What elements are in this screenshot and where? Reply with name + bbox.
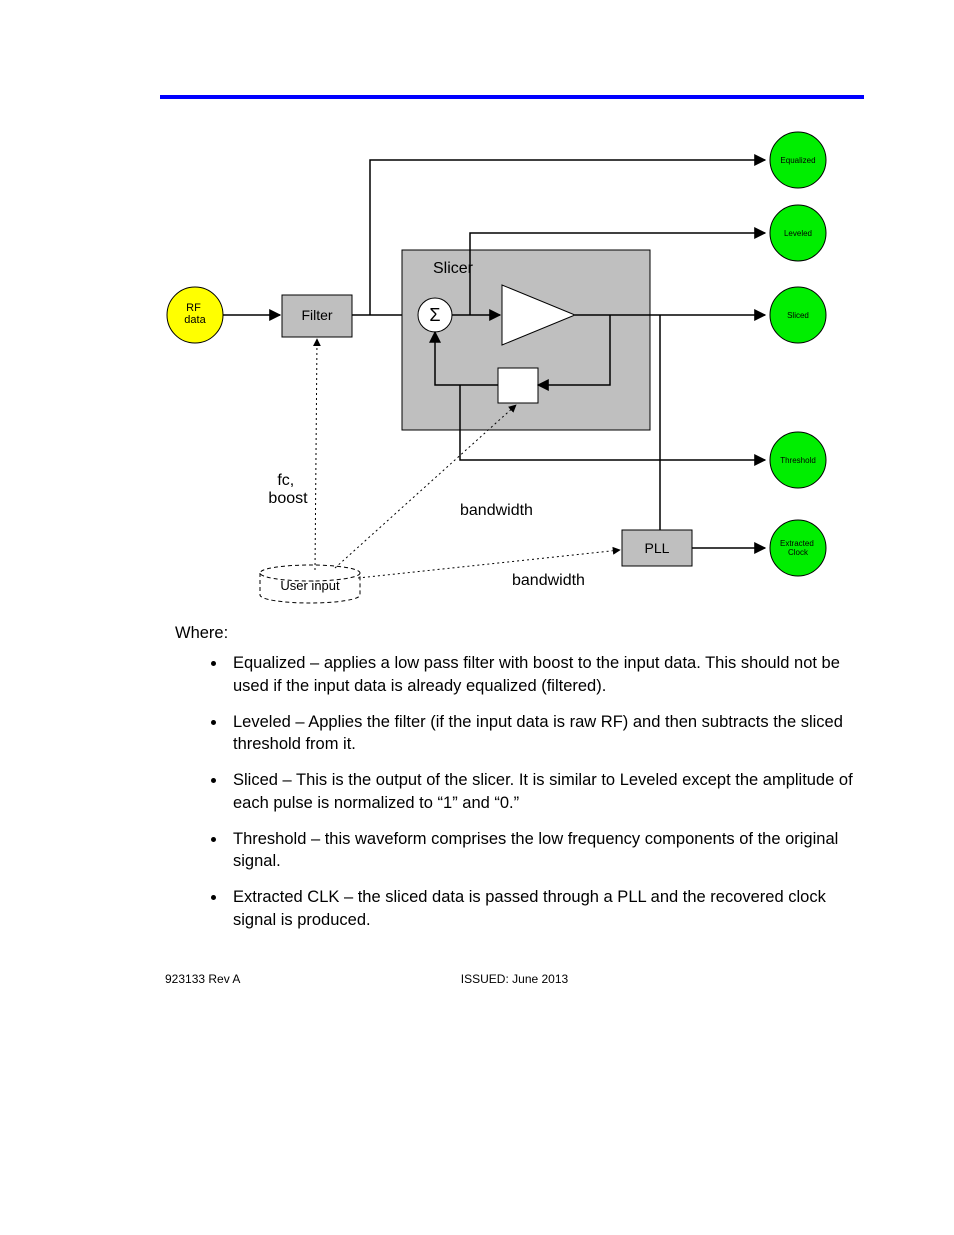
footer-center: ISSUED: June 2013 (461, 972, 568, 986)
bullet-leveled: Leveled – Applies the filter (if the inp… (227, 711, 864, 756)
output-extracted-clock: Extracted Clock (770, 520, 826, 576)
footer: 923133 Rev A ISSUED: June 2013 (165, 972, 864, 986)
bullet-threshold: Threshold – this waveform comprises the … (227, 828, 864, 873)
filter-label: Filter (301, 307, 332, 323)
footer-left: 923133 Rev A (165, 972, 240, 986)
bandwidth1-label: bandwidth (460, 502, 533, 519)
block-diagram: RF data Filter Slicer Σ (160, 130, 855, 615)
pll-label: PLL (645, 540, 670, 556)
dotted-userinput-to-filter (315, 339, 317, 570)
svg-text:Threshold: Threshold (780, 456, 816, 465)
output-threshold: Threshold (770, 432, 826, 488)
feedback-block (498, 368, 538, 403)
user-input-block: User input (260, 565, 360, 603)
bullet-list: Equalized – applies a low pass filter wi… (175, 652, 864, 931)
bullet-extracted-clk: Extracted CLK – the sliced data is passe… (227, 886, 864, 931)
bandwidth2-label: bandwidth (512, 572, 585, 589)
output-sliced: Sliced (770, 287, 826, 343)
output-equalized: Equalized (770, 132, 826, 188)
svg-text:Leveled: Leveled (784, 229, 812, 238)
fcboost-label: fc, boost (268, 472, 308, 507)
user-input-label: User input (280, 578, 340, 593)
svg-text:Sliced: Sliced (787, 311, 809, 320)
explanation-text: Where: Equalized – applies a low pass fi… (175, 622, 864, 945)
bullet-sliced: Sliced – This is the output of the slice… (227, 769, 864, 814)
sigma-label: Σ (429, 305, 440, 325)
where-label: Where: (175, 622, 864, 644)
rf-data-label: RF data (184, 302, 206, 326)
bullet-equalized: Equalized – applies a low pass filter wi… (227, 652, 864, 697)
svg-text:Equalized: Equalized (780, 156, 815, 165)
header-rule (160, 95, 864, 99)
output-leveled: Leveled (770, 205, 826, 261)
slicer-label: Slicer (433, 260, 474, 277)
